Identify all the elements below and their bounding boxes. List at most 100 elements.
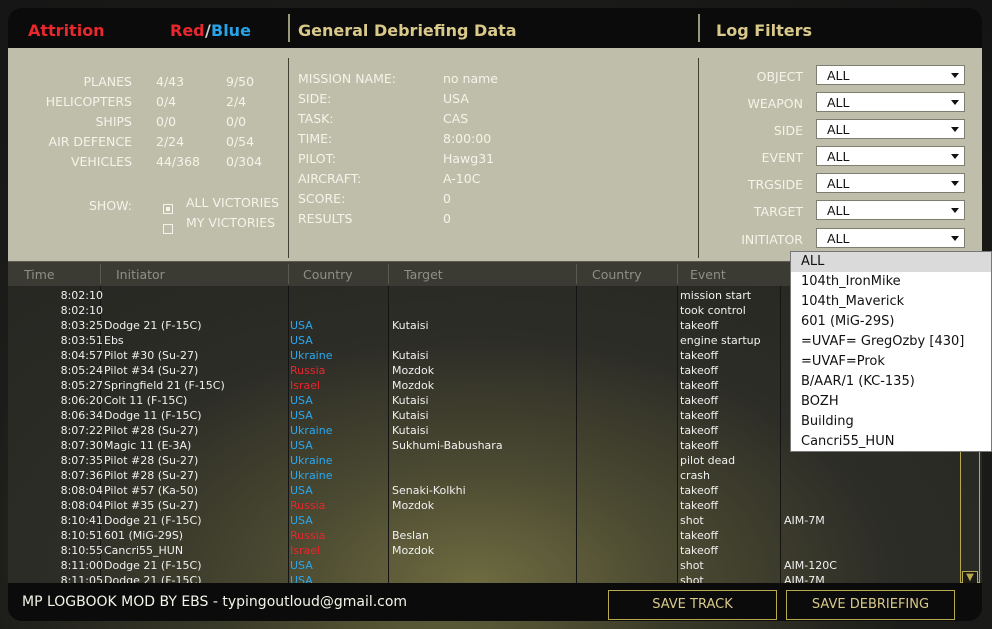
attrition-label: VEHICLES (70, 154, 132, 169)
attrition-label: SHIPS (95, 114, 133, 129)
save-track-button[interactable]: SAVE TRACK (608, 590, 777, 620)
all-victories-label[interactable]: ALL VICTORIES (186, 195, 279, 210)
filter-label-trgside: TRGSIDE (747, 177, 803, 192)
chevron-down-icon[interactable]: ▼ (962, 571, 978, 583)
column-header-target[interactable]: Target (404, 267, 443, 282)
cell-country: USA (290, 334, 313, 347)
triangle-down-icon (951, 154, 959, 159)
cell-target: Mozdok (392, 544, 435, 557)
general-label: SIDE: (298, 91, 332, 106)
cell-country: USA (290, 559, 313, 572)
attrition-red: 0/4 (156, 94, 177, 109)
dropdown-option[interactable]: Building (791, 412, 991, 432)
attrition-label: PLANES (83, 74, 132, 89)
credits-text: MP LOGBOOK MOD BY EBS - typingoutloud@gm… (22, 594, 408, 610)
triangle-down-icon (951, 73, 959, 78)
column-divider (576, 264, 577, 284)
cell-target: Kutaisi (392, 349, 429, 362)
cell-weapon: AIM-7M (784, 574, 825, 583)
column-line (576, 286, 577, 583)
cell-country: USA (290, 514, 313, 527)
cell-event: takeoff (680, 424, 719, 437)
dropdown-option[interactable]: Cancri55_HUN (791, 432, 991, 452)
cell-weapon: AIM-120C (784, 559, 837, 572)
attrition-label: HELICOPTERS (45, 94, 132, 109)
filter-target-select[interactable]: ALL (816, 200, 965, 220)
filter-label-target: TARGET (753, 204, 803, 219)
save-debriefing-button[interactable]: SAVE DEBRIEFING (786, 590, 955, 620)
cell-initiator: Dodge 11 (F-15C) (104, 409, 202, 422)
column-divider (100, 264, 101, 284)
blue-label: Blue (211, 21, 251, 40)
slash-label: / (205, 21, 211, 40)
cell-initiator: Dodge 21 (F-15C) (104, 514, 202, 527)
cell-initiator: Pilot #28 (Su-27) (104, 469, 199, 482)
dropdown-option[interactable]: 104th_IronMike (791, 272, 991, 292)
dropdown-option[interactable]: =UVAF= GregOzby [430] (791, 332, 991, 352)
dropdown-option[interactable]: BOZH (791, 392, 991, 412)
cell-event: engine startup (680, 334, 761, 347)
attrition-red: 4/43 (156, 74, 185, 89)
cell-time: 8:06:34 (60, 409, 103, 422)
all-victories-radio[interactable] (163, 204, 173, 214)
cell-event: takeoff (680, 364, 719, 377)
general-label: SCORE: (298, 191, 346, 206)
header-divider (288, 14, 290, 42)
cell-initiator: Colt 11 (F-15C) (104, 394, 188, 407)
triangle-down-icon (951, 208, 959, 213)
cell-target: Kutaisi (392, 409, 429, 422)
cell-event: takeoff (680, 409, 719, 422)
general-value: A-10C (443, 171, 481, 186)
cell-time: 8:10:55 (60, 544, 103, 557)
triangle-down-icon (951, 127, 959, 132)
cell-event: crash (680, 469, 711, 482)
dropdown-option[interactable]: ALL (791, 252, 991, 272)
column-header-target-country[interactable]: Country (592, 267, 642, 282)
general-value: 8:00:00 (443, 131, 492, 146)
filter-trgside-select[interactable]: ALL (816, 173, 965, 193)
dropdown-option[interactable]: 104th_Maverick (791, 292, 991, 312)
cell-weapon: AIM-7M (784, 514, 825, 527)
triangle-down-icon (951, 100, 959, 105)
column-header-event[interactable]: Event (690, 267, 726, 282)
cell-initiator: 601 (MiG-29S) (104, 529, 184, 542)
my-victories-radio[interactable] (163, 224, 173, 234)
my-victories-label[interactable]: MY VICTORIES (186, 215, 275, 230)
cell-initiator: Dodge 21 (F-15C) (104, 559, 202, 572)
dropdown-option[interactable]: 601 (MiG-29S) (791, 312, 991, 332)
general-label: AIRCRAFT: (298, 171, 362, 186)
column-line (388, 286, 389, 583)
cell-initiator: Pilot #57 (Ka-50) (104, 484, 199, 497)
cell-target: Kutaisi (392, 319, 429, 332)
cell-target: Kutaisi (392, 394, 429, 407)
cell-time: 8:07:35 (60, 454, 103, 467)
attrition-red: 44/368 (156, 154, 200, 169)
cell-target: Sukhumi-Babushara (392, 439, 503, 452)
attrition-blue: 0/54 (226, 134, 255, 149)
cell-country: USA (290, 439, 313, 452)
filter-initiator-select[interactable]: ALL (816, 228, 965, 248)
filter-label-object: OBJECT (756, 69, 803, 84)
general-value: CAS (443, 111, 469, 126)
cell-time: 8:05:27 (60, 379, 103, 392)
column-header-time[interactable]: Time (24, 267, 55, 282)
general-label: MISSION NAME: (298, 71, 396, 86)
triangle-down-icon (951, 236, 959, 241)
filter-event-select[interactable]: ALL (816, 146, 965, 166)
cell-initiator: Pilot #34 (Su-27) (104, 364, 199, 377)
column-header-initiator[interactable]: Initiator (116, 267, 165, 282)
filter-value: ALL (827, 149, 850, 164)
dropdown-option[interactable]: B/AAR/1 (KC-135) (791, 372, 991, 392)
filter-weapon-select[interactable]: ALL (816, 92, 965, 112)
column-header-country[interactable]: Country (303, 267, 353, 282)
filter-value: ALL (827, 122, 850, 137)
attrition-red: 2/24 (156, 134, 185, 149)
filter-object-select[interactable]: ALL (816, 65, 965, 85)
cell-event: takeoff (680, 544, 719, 557)
red-label: Red (170, 21, 205, 40)
filter-side-select[interactable]: ALL (816, 119, 965, 139)
cell-event: takeoff (680, 319, 719, 332)
general-title: General Debriefing Data (298, 21, 517, 40)
dropdown-option[interactable]: =UVAF=Prok (791, 352, 991, 372)
filter-label-side: SIDE (773, 123, 803, 138)
